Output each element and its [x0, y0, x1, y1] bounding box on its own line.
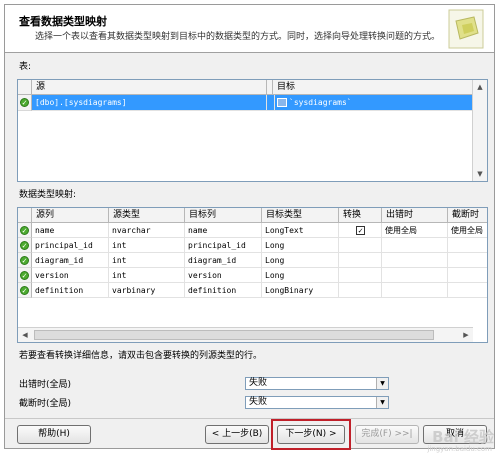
scroll-thumb[interactable]	[34, 330, 434, 340]
cell-on-truncate[interactable]	[448, 268, 487, 283]
table-row-spacer	[267, 95, 275, 111]
cell-target-col[interactable]: version	[185, 268, 262, 283]
cell-source-col[interactable]: name	[32, 223, 109, 238]
cell-convert[interactable]	[339, 283, 382, 298]
convert-checkbox[interactable]: ✓	[356, 226, 365, 235]
on-truncate-global-select[interactable]: 失败 ▼	[245, 396, 389, 409]
page-title: 查看数据类型映射	[19, 15, 107, 28]
on-truncate-global-label: 截断时(全局)	[19, 399, 72, 409]
cell-target-col[interactable]: name	[185, 223, 262, 238]
tables-vertical-scrollbar[interactable]: ▲ ▼	[472, 80, 487, 181]
on-error-global-label: 出错时(全局)	[19, 380, 72, 390]
on-truncate-global-value: 失败	[249, 397, 268, 407]
cell-source-type[interactable]: varbinary	[109, 283, 185, 298]
mapping-row-header: ✓	[18, 223, 32, 238]
cell-source-type[interactable]: int	[109, 238, 185, 253]
cell-on-error[interactable]	[382, 268, 448, 283]
on-error-global-select[interactable]: 失败 ▼	[245, 377, 389, 390]
help-button[interactable]: 帮助(H)	[17, 425, 91, 444]
cell-target-col[interactable]: definition	[185, 283, 262, 298]
tables-header-target[interactable]: 目标	[273, 80, 475, 95]
scroll-up-icon[interactable]: ▲	[473, 80, 487, 94]
mapping-header-convert[interactable]: 转换	[339, 208, 382, 223]
cell-target-type[interactable]: LongText	[262, 223, 339, 238]
mapping-header-source-col[interactable]: 源列	[32, 208, 109, 223]
page-description: 选择一个表以查看其数据类型映射到目标中的数据类型的方式。同时，选择向导处理转换问…	[35, 32, 441, 42]
cell-on-error[interactable]	[382, 238, 448, 253]
tables-header-source[interactable]: 源	[32, 80, 267, 95]
cell-source-type[interactable]: nvarchar	[109, 223, 185, 238]
watermark-logo: Bai 经验	[432, 428, 494, 446]
cell-convert: ✓	[339, 223, 382, 238]
cell-source-col[interactable]: definition	[32, 283, 109, 298]
mapping-header-target-col[interactable]: 目标列	[185, 208, 262, 223]
mapping-header-on-error[interactable]: 出错时	[382, 208, 448, 223]
cell-source-type[interactable]: int	[109, 253, 185, 268]
table-row-target: `sysdiagrams`	[289, 98, 352, 107]
cell-on-truncate[interactable]	[448, 238, 487, 253]
cell-target-col[interactable]: principal_id	[185, 238, 262, 253]
mapping-row-header: ✓	[18, 283, 32, 298]
wizard-header: 查看数据类型映射 选择一个表以查看其数据类型映射到目标中的数据类型的方式。同时，…	[5, 5, 494, 53]
chevron-down-icon[interactable]: ▼	[376, 378, 388, 389]
mapping-header-on-truncate[interactable]: 截断时	[448, 208, 487, 223]
cell-on-truncate[interactable]	[448, 283, 487, 298]
ok-status-icon: ✓	[20, 241, 29, 250]
cell-on-error[interactable]	[382, 253, 448, 268]
tables-corner-header	[18, 80, 32, 95]
cell-convert[interactable]	[339, 268, 382, 283]
cell-source-col[interactable]: version	[32, 268, 109, 283]
mapping-grid: 源列 源类型 目标列 目标类型 转换 出错时 截断时 ✓ name nvarch…	[17, 207, 488, 343]
ok-status-icon: ✓	[20, 271, 29, 280]
wizard-logo-icon	[448, 9, 484, 49]
mapping-horizontal-scrollbar[interactable]: ◀ ▶	[18, 327, 473, 342]
cell-target-type[interactable]: Long	[262, 238, 339, 253]
mapping-row-header: ✓	[18, 253, 32, 268]
scroll-right-icon[interactable]: ▶	[459, 328, 473, 342]
scroll-down-icon[interactable]: ▼	[473, 167, 487, 181]
finish-button[interactable]: 完成(F) >>|	[355, 425, 419, 444]
ok-status-icon: ✓	[20, 256, 29, 265]
tables-row-header: ✓	[18, 95, 32, 111]
mapping-label: 数据类型映射:	[19, 190, 77, 200]
cell-target-col[interactable]: diagram_id	[185, 253, 262, 268]
cell-source-col[interactable]: principal_id	[32, 238, 109, 253]
mapping-row-header: ✓	[18, 238, 32, 253]
table-row-target-cell[interactable]: `sysdiagrams`	[275, 95, 475, 111]
tables-grid: 源 目标 ✓ [dbo].[sysdiagrams] `sysdiagrams`…	[17, 79, 488, 182]
mapping-header-target-type[interactable]: 目标类型	[262, 208, 339, 223]
mapping-corner-header	[18, 208, 32, 223]
table-row-source[interactable]: [dbo].[sysdiagrams]	[32, 95, 267, 111]
table-icon	[277, 98, 287, 107]
mapping-header-source-type[interactable]: 源类型	[109, 208, 185, 223]
ok-status-icon: ✓	[20, 226, 29, 235]
cell-target-type[interactable]: Long	[262, 268, 339, 283]
wizard-dialog: 查看数据类型映射 选择一个表以查看其数据类型映射到目标中的数据类型的方式。同时，…	[4, 4, 495, 450]
cell-convert[interactable]	[339, 238, 382, 253]
ok-status-icon: ✓	[20, 98, 29, 107]
on-error-global-value: 失败	[249, 378, 268, 388]
scroll-left-icon[interactable]: ◀	[18, 328, 32, 342]
cell-source-type[interactable]: int	[109, 268, 185, 283]
mapping-hint: 若要查看转换详细信息，请双击包含要转换的列源类型的行。	[19, 351, 263, 361]
next-button[interactable]: 下一步(N) >	[277, 425, 345, 444]
ok-status-icon: ✓	[20, 286, 29, 295]
cell-convert[interactable]	[339, 253, 382, 268]
cell-on-truncate[interactable]	[448, 253, 487, 268]
cell-on-error[interactable]: 使用全局	[382, 223, 448, 238]
cell-on-error[interactable]	[382, 283, 448, 298]
chevron-down-icon[interactable]: ▼	[376, 397, 388, 408]
cell-on-truncate[interactable]: 使用全局	[448, 223, 487, 238]
footer-divider	[5, 418, 494, 419]
cell-source-col[interactable]: diagram_id	[32, 253, 109, 268]
watermark-url: jingyan.baidu.com	[427, 445, 492, 453]
cell-target-type[interactable]: LongBinary	[262, 283, 339, 298]
cell-target-type[interactable]: Long	[262, 253, 339, 268]
mapping-row-header: ✓	[18, 268, 32, 283]
back-button[interactable]: < 上一步(B)	[205, 425, 269, 444]
tables-label: 表:	[19, 62, 32, 72]
